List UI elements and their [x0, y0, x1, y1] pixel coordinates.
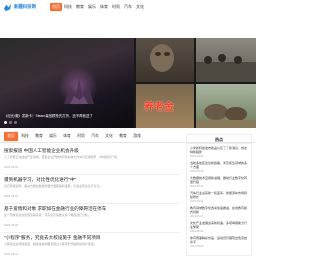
- article-summary: 这一现象背后的原因值得深思，专家表示需要从多个角度进行分析。: [4, 213, 91, 217]
- nav-item-culture[interactable]: 文化: [134, 3, 146, 11]
- category-tab-education[interactable]: 教育: [32, 132, 46, 141]
- hero-dot-1[interactable]: [4, 121, 7, 124]
- article-summary: 近日有报道称，相关方面在数据处理方面取得新进展，引发业界关注与讨论。: [4, 184, 103, 188]
- list-item[interactable]: 遭到机器学习，对比性优化进行"中" 近日有报道称，相关方面在数据处理方面取得新进…: [4, 175, 180, 204]
- hero-caption: 《纪元/魔》发新卡！Steam喜回顾抢先打折，还不再就送了: [4, 114, 93, 118]
- nav-item-sports[interactable]: 体育: [98, 3, 110, 11]
- bird-logo-icon: [3, 3, 12, 11]
- sidebar-item[interactable]: 汽车行业迎来新一轮变革，新能源车市场持续增长 2023-08-04: [187, 189, 251, 204]
- sidebar-item[interactable]: 大数据技术应用新进展，推动行业数字化转型升级 2023-08-04: [187, 174, 251, 189]
- article-list: 搜索报道 中国人工智能企业机会升级 人工智能正在加速产业落地，更多企业开始布局新…: [4, 146, 180, 256]
- sidebar-item-date: 2023-08-04: [190, 245, 204, 248]
- elephants-image: [196, 104, 256, 128]
- hero-main-slide[interactable]: 《纪元/魔》发新卡！Steam喜回顾抢先打折，还不再就送了: [0, 38, 134, 128]
- hero-section: 《纪元/魔》发新卡！Steam喜回顾抢先打折，还不再就送了 养老金: [0, 38, 256, 128]
- pension-headline: 养老金: [144, 102, 174, 113]
- article-title[interactable]: 搜索报道 中国人工智能企业机会升级: [4, 148, 180, 154]
- article-date: 2023-08-04: [4, 252, 19, 256]
- hot-sidebar: 热点 小米新科技发布新品以及了了新消息，的这种新趋势 2023-08-04 当地…: [186, 134, 252, 256]
- sidebar-item-date: 2023-08-04: [190, 170, 204, 173]
- sidebar-item[interactable]: 当地多地区出台新政策，涉及民生领域的多个方面 2023-08-04: [187, 159, 251, 174]
- sidebar-title: 热点: [187, 135, 251, 144]
- hero-tile-crowd[interactable]: [196, 38, 256, 82]
- article-summary: 小程序生态持续发展，越来越多的服务通过小程序形式提供给用户使用。: [4, 242, 97, 246]
- article-title[interactable]: "小程序"服务，究竟去大校设施于 金融不同项目: [4, 235, 180, 241]
- list-item[interactable]: 基于爱情和对象 求职如在金融行业的障碍活在停车 这一现象背后的原因值得深思，专家…: [4, 204, 180, 233]
- sidebar-item-date: 2023-08-04: [190, 215, 204, 218]
- sidebar-item-text[interactable]: 教育领域数字化改革加速推进，在线教育模式创新: [190, 206, 248, 214]
- category-tabs: 首页 科技 教育 娱乐 体育 时尚 汽车 文化 教育 游戏: [4, 132, 144, 141]
- nav-item-fashion[interactable]: 时尚: [110, 3, 122, 11]
- sidebar-item[interactable]: 文化产业发展迎来新机遇，多项举措助力行业繁荣 2023-08-04: [187, 219, 251, 234]
- article-title[interactable]: 基于爱情和对象 求职如在金融行业的障碍活在停车: [4, 206, 180, 212]
- article-title[interactable]: 遭到机器学习，对比性优化进行"中": [4, 177, 180, 183]
- list-item[interactable]: 搜索报道 中国人工智能企业机会升级 人工智能正在加速产业落地，更多企业开始布局新…: [4, 146, 180, 175]
- category-tab-culture[interactable]: 文化: [102, 132, 116, 141]
- category-tab-tech[interactable]: 科技: [18, 132, 32, 141]
- hero-creature-image: [64, 78, 94, 104]
- hero-tile-elephants[interactable]: [196, 84, 256, 128]
- sidebar-item-date: 2023-08-04: [190, 230, 204, 233]
- main-nav: 首页 科技 教育 娱乐 体育 时尚 汽车 文化: [50, 3, 146, 11]
- category-tab-sports[interactable]: 体育: [60, 132, 74, 141]
- sidebar-item-date: 2023-08-04: [190, 200, 204, 203]
- sidebar-item-date: 2023-08-04: [190, 155, 204, 158]
- sidebar-item-text[interactable]: 文化产业发展迎来新机遇，多项举措助力行业繁荣: [190, 221, 248, 229]
- nav-item-tech[interactable]: 科技: [62, 3, 74, 11]
- crowd-image: [196, 54, 256, 82]
- article-summary: 人工智能正在加速产业落地，更多企业开始布局新的技术方向与应用场景，市场前景广阔。: [4, 155, 120, 159]
- sidebar-item[interactable]: 小米新科技发布新品以及了了新消息，的这种新趋势 2023-08-04: [187, 144, 251, 159]
- category-tab-entertainment[interactable]: 娱乐: [46, 132, 60, 141]
- hero-dot-2[interactable]: [9, 121, 12, 124]
- article-date: 2023-08-04: [4, 194, 19, 198]
- top-header: 新疆科技网 首页 科技 教育 娱乐 体育 时尚 汽车 文化: [0, 0, 256, 14]
- sidebar-item-text[interactable]: 汽车行业迎来新一轮变革，新能源车市场持续增长: [190, 191, 248, 199]
- site-name: 新疆科技网: [14, 4, 36, 9]
- hero-dot-3[interactable]: [14, 121, 17, 124]
- site-logo[interactable]: 新疆科技网: [3, 2, 45, 12]
- nav-item-home[interactable]: 首页: [50, 3, 62, 11]
- sidebar-item-text[interactable]: 当地多地区出台新政策，涉及民生领域的多个方面: [190, 161, 248, 169]
- category-tab-education-2[interactable]: 教育: [116, 132, 130, 141]
- sidebar-item[interactable]: 教育领域数字化改革加速推进，在线教育模式创新 2023-08-04: [187, 204, 251, 219]
- hero-pagination: [4, 121, 17, 124]
- list-item[interactable]: "小程序"服务，究竟去大校设施于 金融不同项目 小程序生态持续发展，越来越多的服…: [4, 233, 180, 256]
- sidebar-item[interactable]: 体育赛事精彩纷呈，运动员们展现出色竞技水平 2023-08-04: [187, 234, 251, 249]
- category-tab-auto[interactable]: 汽车: [88, 132, 102, 141]
- sidebar-item-date: 2023-08-04: [190, 185, 204, 188]
- sidebar-item-text[interactable]: 大数据技术应用新进展，推动行业数字化转型升级: [190, 176, 248, 184]
- article-date: 2023-08-04: [4, 165, 19, 169]
- category-tab-fashion[interactable]: 时尚: [74, 132, 88, 141]
- statue-image: [150, 44, 174, 72]
- hero-tile-statue[interactable]: [136, 38, 194, 82]
- category-tab-home[interactable]: 首页: [4, 132, 18, 141]
- nav-item-education[interactable]: 教育: [74, 3, 86, 11]
- nav-item-entertainment[interactable]: 娱乐: [86, 3, 98, 11]
- sidebar-item-text[interactable]: 小米新科技发布新品以及了了新消息，的这种新趋势: [190, 146, 248, 154]
- hero-tile-pension[interactable]: 养老金: [136, 84, 194, 128]
- sidebar-item-text[interactable]: 体育赛事精彩纷呈，运动员们展现出色竞技水平: [190, 236, 248, 244]
- category-tab-games[interactable]: 游戏: [130, 132, 144, 141]
- article-date: 2023-08-04: [4, 223, 19, 227]
- nav-item-auto[interactable]: 汽车: [122, 3, 134, 11]
